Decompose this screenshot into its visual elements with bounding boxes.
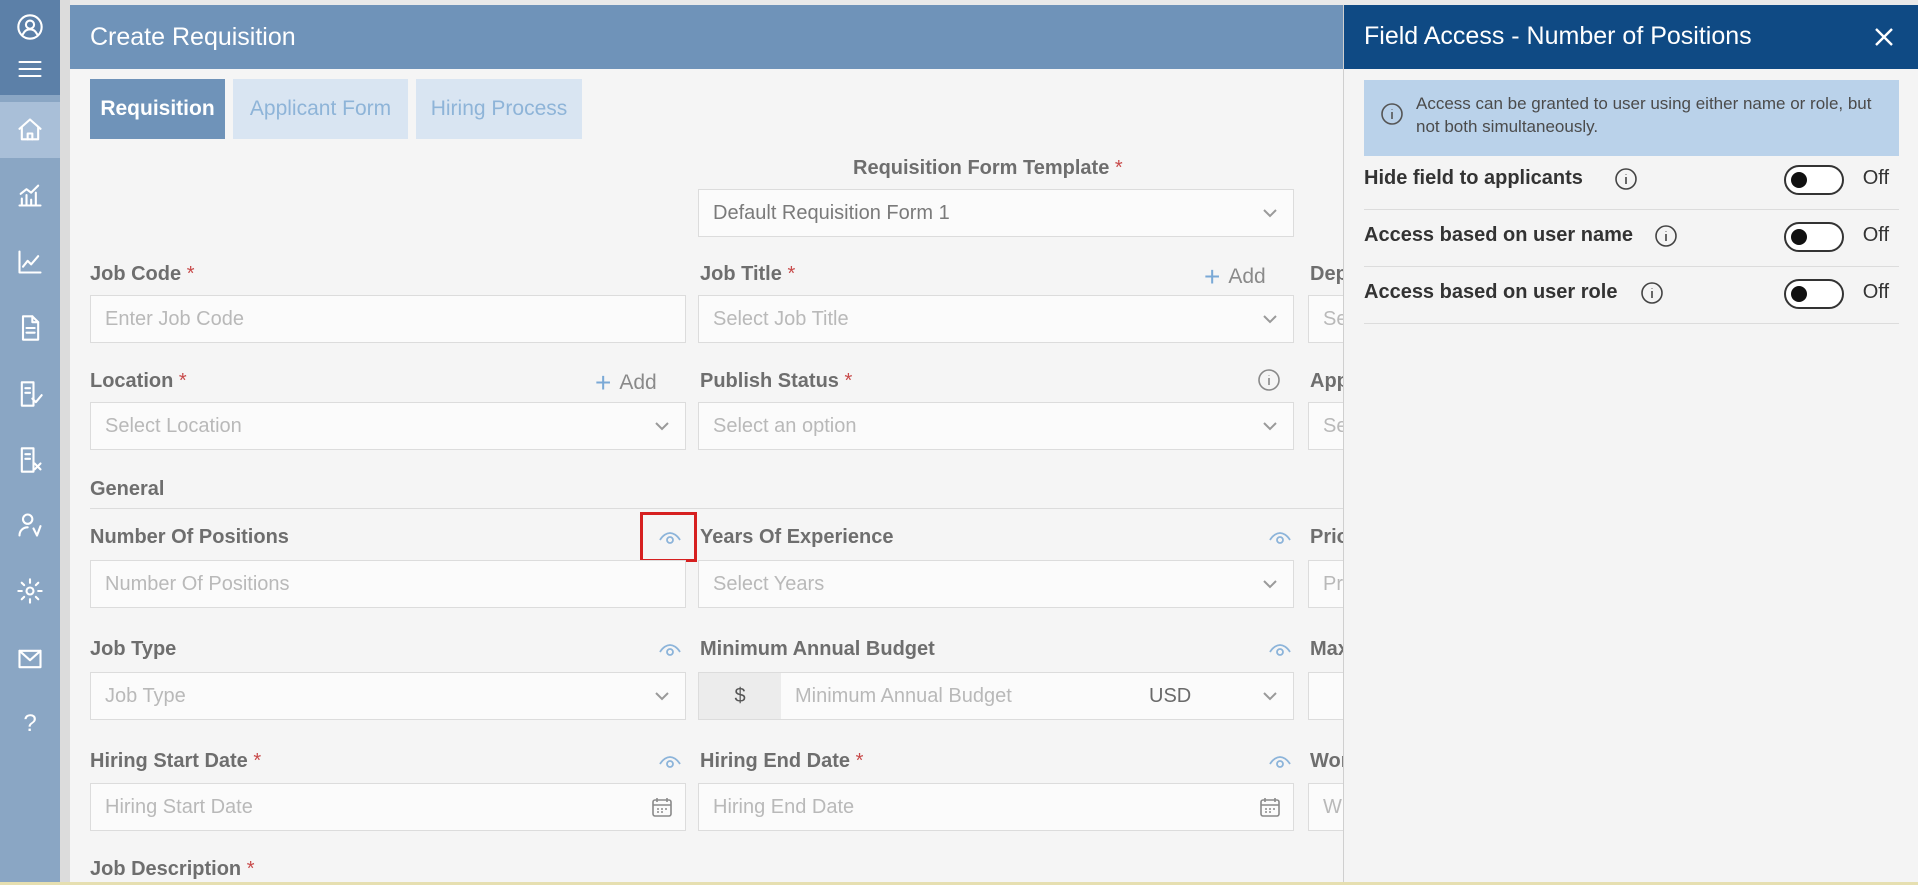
- template-label: Requisition Form Template *: [853, 157, 1123, 179]
- gear-icon[interactable]: [0, 563, 60, 619]
- user-icon[interactable]: [0, 2, 60, 52]
- info-note-text: Access can be granted to user using eith…: [1416, 94, 1872, 136]
- job-type-placeholder: Job Type: [105, 685, 186, 707]
- min-budget-input[interactable]: Minimum Annual Budget: [795, 685, 1012, 708]
- user-settings-icon[interactable]: [0, 497, 60, 553]
- job-description-label: Job Description *: [90, 858, 255, 880]
- line-chart-icon[interactable]: [0, 234, 60, 290]
- publish-status-select[interactable]: Select an option: [698, 402, 1294, 450]
- menu-icon[interactable]: [0, 46, 60, 92]
- min-budget-label: Minimum Annual Budget: [700, 638, 935, 660]
- toggle-knob: [1791, 229, 1807, 245]
- close-icon[interactable]: [1870, 23, 1898, 51]
- years-placeholder: Select Years: [713, 573, 825, 595]
- calendar-icon[interactable]: [651, 796, 673, 818]
- panel-title: Field Access - Number of Positions: [1344, 5, 1918, 69]
- job-type-label: Job Type: [90, 638, 177, 660]
- home-icon[interactable]: [0, 102, 60, 158]
- info-icon[interactable]: [1654, 224, 1678, 248]
- chevron-down-icon: [653, 687, 671, 705]
- row-user-name: Access based on user name Off: [1364, 210, 1899, 267]
- eye-icon[interactable]: [1268, 750, 1292, 774]
- job-title-placeholder: Select Job Title: [713, 308, 849, 330]
- sidebar: ?: [0, 0, 60, 885]
- template-select-value: Default Requisition Form 1: [713, 202, 950, 224]
- document-check-icon[interactable]: [0, 366, 60, 422]
- toggle-knob: [1791, 172, 1807, 188]
- user-role-access-toggle[interactable]: [1784, 279, 1844, 309]
- sidebar-divider: [60, 0, 70, 885]
- info-icon[interactable]: [1640, 281, 1664, 305]
- number-of-positions-input[interactable]: Number Of Positions: [90, 560, 686, 608]
- page-title: Create Requisition: [70, 5, 1350, 69]
- hiring-end-placeholder: Hiring End Date: [713, 796, 855, 818]
- eye-icon[interactable]: [658, 638, 682, 662]
- publish-status-label: Publish Status *: [700, 370, 853, 392]
- currency-symbol: $: [699, 673, 781, 719]
- chevron-down-icon: [1261, 575, 1279, 593]
- job-code-input[interactable]: Enter Job Code: [90, 295, 686, 343]
- mail-icon[interactable]: [0, 631, 60, 687]
- job-title-select[interactable]: Select Job Title: [698, 295, 1294, 343]
- user-name-access-label: Access based on user name: [1364, 224, 1634, 246]
- bar-chart-icon[interactable]: [0, 167, 60, 223]
- info-icon: [1380, 102, 1404, 126]
- tab-requisition[interactable]: Requisition: [90, 79, 225, 139]
- chevron-down-icon: [1261, 687, 1279, 705]
- hide-field-state: Off: [1862, 167, 1889, 189]
- main-form: Create Requisition Requisition Applicant…: [70, 5, 1350, 885]
- user-role-access-label: Access based on user role: [1364, 281, 1618, 303]
- field-access-panel: Field Access - Number of Positions Acces…: [1343, 5, 1918, 885]
- chevron-down-icon: [653, 417, 671, 435]
- chevron-down-icon: [1261, 417, 1279, 435]
- location-placeholder: Select Location: [105, 415, 242, 437]
- info-icon[interactable]: [1614, 167, 1638, 191]
- row-hide-field: Hide field to applicants Off: [1364, 153, 1899, 210]
- hiring-start-input[interactable]: Hiring Start Date: [90, 783, 686, 831]
- user-name-access-toggle[interactable]: [1784, 222, 1844, 252]
- plus-icon: +: [595, 367, 612, 398]
- hiring-start-placeholder: Hiring Start Date: [105, 796, 253, 818]
- section-divider: [90, 508, 1350, 509]
- section-general: General: [90, 478, 165, 500]
- template-select[interactable]: Default Requisition Form 1: [698, 189, 1294, 237]
- tab-applicant-form[interactable]: Applicant Form: [233, 79, 408, 139]
- years-of-experience-select[interactable]: Select Years: [698, 560, 1294, 608]
- hiring-start-label: Hiring Start Date *: [90, 750, 262, 772]
- calendar-icon[interactable]: [1259, 796, 1281, 818]
- job-code-label: Job Code *: [90, 263, 195, 285]
- help-icon[interactable]: ?: [0, 696, 60, 752]
- info-icon[interactable]: [1257, 368, 1281, 392]
- hiring-end-input[interactable]: Hiring End Date: [698, 783, 1294, 831]
- location-select[interactable]: Select Location: [90, 402, 686, 450]
- document-x-icon[interactable]: [0, 432, 60, 488]
- chevron-down-icon: [1261, 310, 1279, 328]
- toggle-knob: [1791, 286, 1807, 302]
- eye-icon[interactable]: [1268, 638, 1292, 662]
- chevron-down-icon: [1261, 204, 1279, 222]
- document-icon[interactable]: [0, 300, 60, 356]
- row-user-role: Access based on user role Off: [1364, 267, 1899, 324]
- hide-field-label: Hide field to applicants: [1364, 167, 1583, 189]
- eye-icon[interactable]: [658, 750, 682, 774]
- add-job-title-button[interactable]: + Add: [1204, 261, 1266, 293]
- eye-icon[interactable]: [1268, 526, 1292, 550]
- currency-select[interactable]: USD: [1149, 685, 1191, 708]
- hiring-end-label: Hiring End Date *: [700, 750, 864, 772]
- highlight-box: [640, 512, 697, 562]
- publish-status-placeholder: Select an option: [713, 415, 857, 437]
- job-type-select[interactable]: Job Type: [90, 672, 686, 720]
- job-title-label: Job Title *: [700, 263, 796, 285]
- tab-hiring-process[interactable]: Hiring Process: [416, 79, 582, 139]
- info-note: Access can be granted to user using eith…: [1364, 80, 1899, 156]
- years-of-experience-label: Years Of Experience: [700, 526, 894, 548]
- user-role-access-state: Off: [1862, 281, 1889, 303]
- min-budget-field: $ Minimum Annual Budget USD: [698, 672, 1294, 720]
- number-of-positions-label: Number Of Positions: [90, 526, 289, 548]
- user-name-access-state: Off: [1862, 224, 1889, 246]
- plus-icon: +: [1204, 261, 1221, 292]
- add-location-button[interactable]: + Add: [595, 367, 657, 399]
- location-label: Location *: [90, 370, 187, 392]
- hide-field-toggle[interactable]: [1784, 165, 1844, 195]
